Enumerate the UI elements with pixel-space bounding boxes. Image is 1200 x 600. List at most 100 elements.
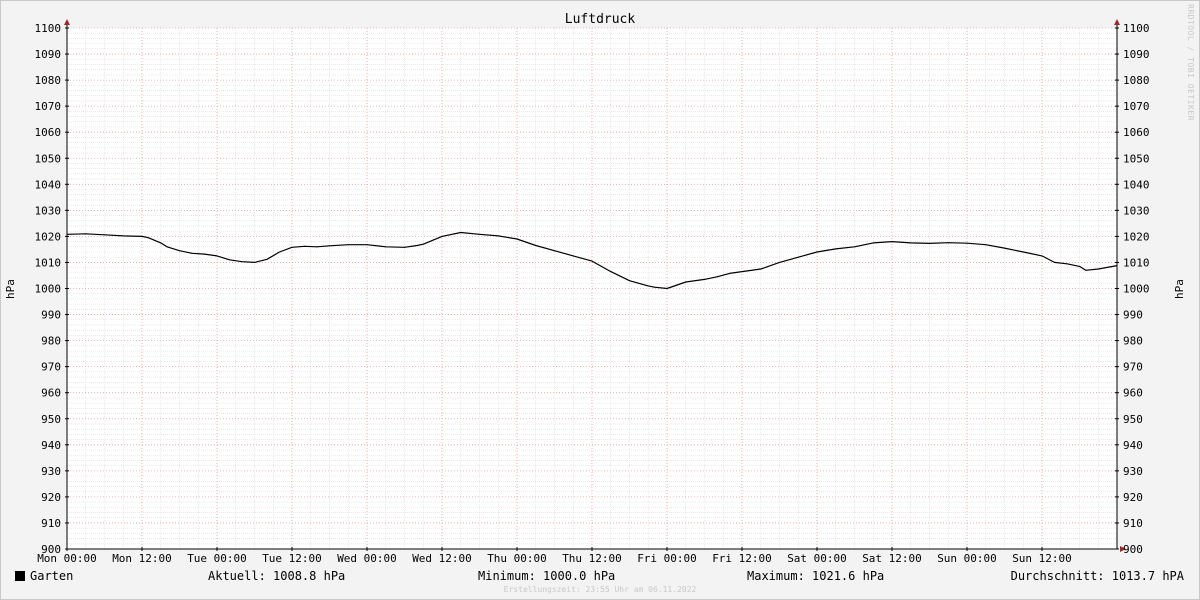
- y-axis-arrow-left: [64, 19, 70, 25]
- x-tick-label: Wed 00:00: [337, 552, 397, 565]
- y-tick-label-left: 1000: [35, 283, 62, 296]
- data-point: [741, 271, 743, 273]
- data-point: [416, 245, 418, 247]
- data-point: [760, 268, 762, 270]
- data-point: [241, 261, 243, 263]
- x-tick-label: Fri 12:00: [712, 552, 772, 565]
- data-point: [104, 234, 105, 236]
- y-tick-label-right: 970: [1123, 361, 1143, 374]
- data-point: [966, 242, 968, 244]
- x-tick-label: Thu 12:00: [562, 552, 622, 565]
- data-point: [929, 242, 930, 244]
- y-tick-label-left: 1100: [35, 22, 62, 35]
- data-point: [191, 252, 193, 254]
- data-point: [179, 250, 180, 252]
- data-point: [404, 246, 405, 248]
- y-tick-label-left: 1010: [35, 256, 62, 269]
- y-tick-label-left: 1020: [35, 230, 62, 243]
- data-point: [266, 258, 268, 260]
- y-tick-label-right: 1100: [1123, 22, 1150, 35]
- y-tick-label-right: 920: [1123, 491, 1143, 504]
- data-point: [254, 261, 255, 263]
- creation-timestamp: Erstellungszeit: 23:55 Uhr am 06.11.2022: [503, 585, 697, 594]
- data-point: [497, 235, 499, 237]
- data-point: [1022, 251, 1024, 253]
- y-tick-label-right: 910: [1123, 517, 1143, 530]
- y-tick-label-left: 1070: [35, 100, 62, 113]
- y-tick-label-right: 980: [1123, 335, 1143, 348]
- x-tick-label: Wed 12:00: [412, 552, 472, 565]
- data-point: [1041, 255, 1043, 257]
- data-point: [279, 251, 280, 253]
- y-axis-arrow-right: [1114, 19, 1120, 25]
- data-point: [535, 245, 537, 247]
- data-point: [1004, 247, 1005, 249]
- data-point: [910, 242, 912, 244]
- legend-series: Garten: [15, 568, 73, 584]
- y-tick-label-right: 1070: [1123, 100, 1150, 113]
- y-tick-label-right: 930: [1123, 465, 1143, 478]
- y-tick-label-left: 1040: [35, 178, 62, 191]
- legend-swatch: [15, 571, 25, 581]
- data-point: [1054, 261, 1055, 263]
- data-point: [460, 231, 462, 233]
- y-tick-label-left: 1080: [35, 74, 62, 87]
- data-point: [891, 241, 893, 243]
- legend-average: Durchschnitt: 1013.7 hPA: [1010, 569, 1184, 583]
- x-tick-label: Thu 00:00: [487, 552, 547, 565]
- y-tick-label-right: 1080: [1123, 74, 1150, 87]
- x-tick-label: Sun 00:00: [937, 552, 997, 565]
- data-point: [291, 246, 293, 248]
- y-tick-label-right: 1090: [1123, 48, 1150, 61]
- y-tick-label-right: 990: [1123, 309, 1143, 322]
- y-tick-label-right: 960: [1123, 387, 1143, 400]
- data-point: [204, 253, 205, 255]
- data-point: [729, 272, 730, 274]
- data-point: [160, 242, 162, 244]
- data-point: [816, 251, 818, 253]
- data-point: [366, 244, 368, 246]
- y-tick-label-left: 1050: [35, 152, 62, 165]
- data-point: [66, 233, 68, 235]
- data-point: [985, 244, 987, 246]
- data-point: [216, 255, 218, 257]
- data-point: [516, 238, 518, 240]
- data-point: [385, 246, 387, 248]
- data-point: [554, 250, 555, 252]
- data-point: [647, 285, 649, 287]
- x-tick-label: Sat 12:00: [862, 552, 922, 565]
- y-tick-label-right: 940: [1123, 439, 1143, 452]
- y-tick-label-right: 900: [1123, 543, 1143, 556]
- y-axis-label-right: hPa: [1173, 279, 1186, 299]
- y-tick-label-left: 950: [41, 413, 61, 426]
- x-tick-label: Tue 12:00: [262, 552, 322, 565]
- data-point: [1097, 268, 1099, 270]
- y-tick-label-left: 920: [41, 491, 61, 504]
- data-point: [329, 245, 330, 247]
- x-tick-label: Fri 00:00: [637, 552, 697, 565]
- y-tick-label-right: 1020: [1123, 230, 1150, 243]
- data-point: [1116, 265, 1118, 267]
- y-tick-label-left: 970: [41, 361, 61, 374]
- data-point: [666, 288, 668, 289]
- data-point: [229, 259, 230, 261]
- data-point: [166, 246, 168, 248]
- data-point: [610, 271, 612, 273]
- y-tick-label-left: 1090: [35, 48, 62, 61]
- y-tick-label-right: 950: [1123, 413, 1143, 426]
- data-point: [872, 242, 874, 244]
- chart-title: Luftdruck: [565, 12, 636, 27]
- data-point: [347, 244, 349, 246]
- data-point: [479, 233, 480, 235]
- y-tick-label-left: 910: [41, 517, 61, 530]
- y-tick-label-right: 1010: [1123, 256, 1150, 269]
- y-tick-label-right: 1000: [1123, 283, 1150, 296]
- data-point: [572, 255, 574, 257]
- data-point: [629, 280, 630, 282]
- data-point: [122, 235, 124, 237]
- x-tick-label: Mon 00:00: [37, 552, 97, 565]
- x-tick-label: Tue 00:00: [187, 552, 247, 565]
- y-tick-label-left: 980: [41, 335, 61, 348]
- data-point: [685, 281, 687, 283]
- chart-canvas: 900 900910 910920 920930 930940 940950 950960 9…: [4, 12, 1186, 565]
